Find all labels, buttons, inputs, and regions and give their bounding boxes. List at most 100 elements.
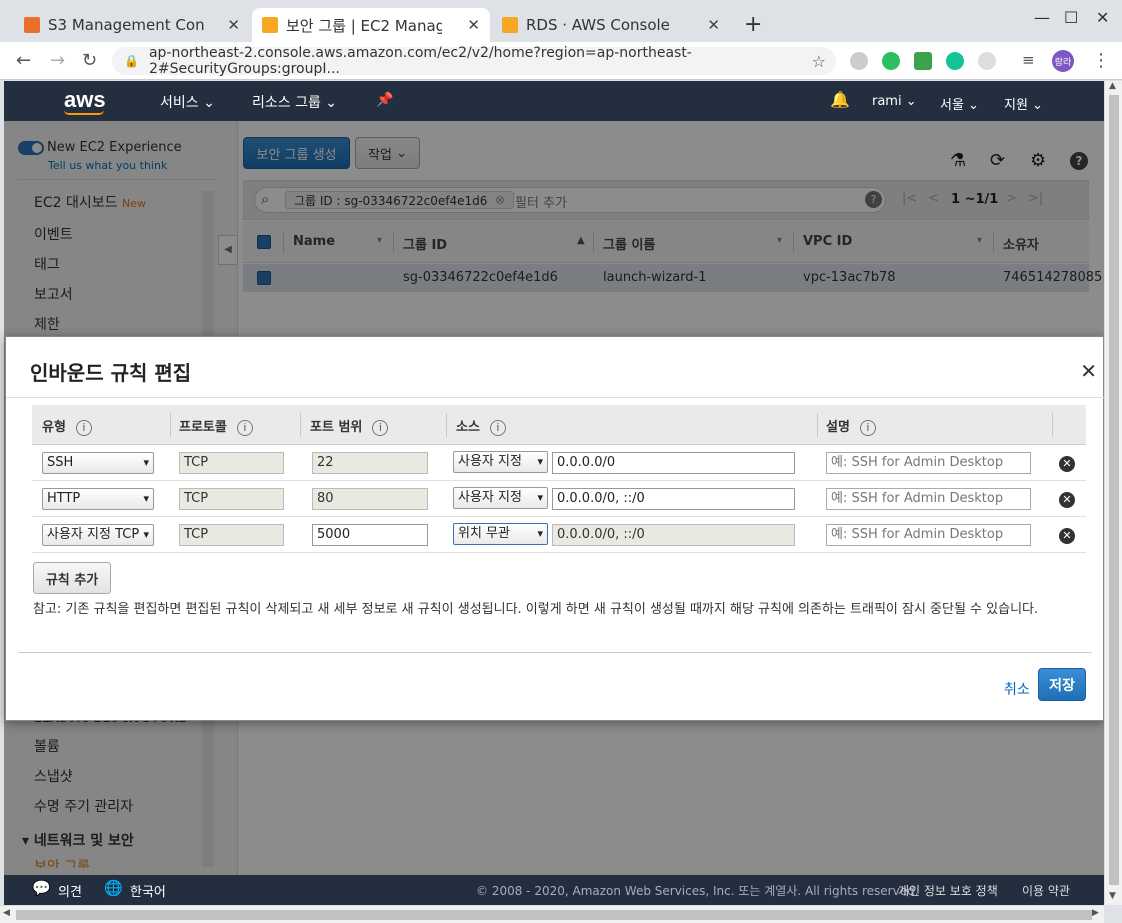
- description-input[interactable]: 예: SSH for Admin Desktop: [826, 524, 1031, 546]
- url-field[interactable]: 🔒 ap-northeast-2.console.aws.amazon.com/…: [112, 45, 836, 77]
- source-type-select[interactable]: 사용자 지정: [453, 487, 548, 509]
- terms-link[interactable]: 이용 약관: [1022, 882, 1070, 899]
- browser-tab-strip: S3 Management Console ✕ 보안 그룹 | EC2 Mana…: [0, 0, 1122, 42]
- edit-warning-note: 참고: 기존 규칙을 편집하면 편집된 규칙이 삭제되고 새 세부 정보로 새 …: [33, 602, 1039, 617]
- col-source: 소스 i: [456, 416, 506, 436]
- feedback-link[interactable]: 의견: [58, 881, 82, 900]
- description-input[interactable]: 예: SSH for Admin Desktop: [826, 488, 1031, 510]
- tab-close-icon[interactable]: ✕: [701, 16, 720, 34]
- source-input[interactable]: 0.0.0.0/0, ::/0: [552, 488, 795, 510]
- info-icon[interactable]: i: [75, 419, 92, 436]
- port-range-input[interactable]: 5000: [312, 524, 428, 546]
- port-range-field: 80: [312, 488, 428, 510]
- user-menu[interactable]: rami ⌄: [872, 94, 917, 109]
- bell-icon[interactable]: 🔔: [830, 90, 850, 109]
- language-selector[interactable]: 한국어: [130, 881, 166, 900]
- source-type-select[interactable]: 사용자 지정: [453, 451, 548, 473]
- col-type: 유형 i: [42, 416, 92, 436]
- tab-title: S3 Management Console: [48, 16, 204, 34]
- rule-row: 사용자 지정 TCP TCP 5000 위치 무관 0.0.0.0/0, ::/…: [32, 517, 1086, 553]
- aws-favicon-icon: [262, 17, 278, 33]
- aws-logo-smile-icon: [64, 110, 104, 115]
- vertical-scrollbar[interactable]: ▲ ▼: [1104, 81, 1122, 905]
- region-menu[interactable]: 서울 ⌄: [940, 94, 979, 113]
- rule-row: SSH TCP 22 사용자 지정 0.0.0.0/0 예: SSH for A…: [32, 445, 1086, 481]
- lock-icon: 🔒: [124, 54, 139, 68]
- aws-favicon-icon: [24, 17, 40, 33]
- feedback-icon: 💬: [32, 879, 51, 897]
- port-range-field: 22: [312, 452, 428, 474]
- address-bar-row: ← → ↻ 🔒 ap-northeast-2.console.aws.amazo…: [0, 42, 1122, 80]
- aws-favicon-icon: [502, 17, 518, 33]
- protocol-field: TCP: [179, 488, 284, 510]
- tab-rds[interactable]: RDS · AWS Console ✕: [492, 8, 730, 42]
- tab-close-icon[interactable]: ✕: [221, 16, 240, 34]
- back-icon[interactable]: ←: [16, 50, 31, 71]
- info-icon[interactable]: i: [859, 419, 876, 436]
- source-field: 0.0.0.0/0, ::/0: [552, 524, 795, 546]
- delete-rule-icon[interactable]: ✕: [1059, 492, 1075, 508]
- add-rule-button[interactable]: 규칙 추가: [33, 562, 111, 594]
- delete-rule-icon[interactable]: ✕: [1059, 528, 1075, 544]
- privacy-link[interactable]: 개인 정보 보호 정책: [898, 882, 998, 899]
- protocol-field: TCP: [179, 524, 284, 546]
- scrollbar-thumb[interactable]: [16, 910, 1092, 920]
- url-text: ap-northeast-2.console.aws.amazon.com/ec…: [148, 45, 692, 77]
- type-select[interactable]: 사용자 지정 TCP: [42, 524, 154, 546]
- tab-ec2[interactable]: 보안 그룹 | EC2 Management Console ✕: [252, 8, 490, 42]
- modal-close-icon[interactable]: ✕: [1080, 359, 1097, 383]
- extension-icon[interactable]: [978, 52, 996, 70]
- globe-icon: 🌐: [104, 879, 123, 897]
- description-input[interactable]: 예: SSH for Admin Desktop: [826, 452, 1031, 474]
- cancel-button[interactable]: 취소: [1004, 679, 1030, 699]
- save-button[interactable]: 저장: [1038, 668, 1086, 701]
- scroll-left-icon[interactable]: ◀: [3, 908, 10, 918]
- media-icon[interactable]: ≡: [1022, 51, 1035, 69]
- source-input[interactable]: 0.0.0.0/0: [552, 452, 795, 474]
- horizontal-scrollbar[interactable]: ◀ ▶: [0, 905, 1104, 923]
- divider: [6, 397, 1105, 398]
- edit-inbound-rules-modal: 인바운드 규칙 편집 ✕ 유형 i 프로토콜 i 포트 범위 i 소스 i 설명 i SS…: [5, 336, 1105, 721]
- scroll-up-icon[interactable]: ▲: [1109, 81, 1116, 91]
- aws-header: aws 서비스 ⌄ 리소스 그룹 ⌄ 📌 🔔 rami ⌄ 서울 ⌄ 지원 ⌄: [4, 81, 1104, 121]
- profile-avatar[interactable]: 람라: [1052, 50, 1074, 72]
- info-icon[interactable]: i: [489, 419, 506, 436]
- scroll-right-icon[interactable]: ▶: [1092, 908, 1099, 918]
- source-type-select[interactable]: 위치 무관: [453, 523, 548, 545]
- type-select[interactable]: HTTP: [42, 488, 154, 510]
- col-port-range: 포트 범위 i: [310, 416, 389, 436]
- menu-icon[interactable]: ⋮: [1092, 50, 1110, 71]
- tab-title: 보안 그룹 | EC2 Management Console: [286, 16, 442, 35]
- copyright: © 2008 - 2020, Amazon Web Services, Inc.…: [476, 884, 919, 898]
- grammarly-icon[interactable]: [946, 52, 964, 70]
- window-close-icon[interactable]: ✕: [1096, 8, 1109, 27]
- rule-row: HTTP TCP 80 사용자 지정 0.0.0.0/0, ::/0 예: SS…: [32, 481, 1086, 517]
- scroll-down-icon[interactable]: ▼: [1109, 891, 1116, 901]
- delete-rule-icon[interactable]: ✕: [1059, 456, 1075, 472]
- type-select[interactable]: SSH: [42, 452, 154, 474]
- resource-groups-menu[interactable]: 리소스 그룹 ⌄: [252, 92, 337, 112]
- services-menu[interactable]: 서비스 ⌄: [160, 92, 215, 112]
- support-menu[interactable]: 지원 ⌄: [1004, 94, 1043, 113]
- footer: 💬 의견 🌐 한국어 © 2008 - 2020, Amazon Web Ser…: [4, 875, 1104, 905]
- pin-icon[interactable]: 📌: [376, 92, 393, 108]
- reload-icon[interactable]: ↻: [82, 50, 97, 71]
- minimize-icon[interactable]: —: [1034, 8, 1050, 27]
- divider: [18, 652, 1092, 653]
- maximize-icon[interactable]: ☐: [1064, 8, 1078, 27]
- bookmark-star-icon[interactable]: ☆: [812, 52, 826, 71]
- tab-s3[interactable]: S3 Management Console ✕: [14, 8, 250, 42]
- tab-title: RDS · AWS Console: [526, 16, 670, 34]
- extension-icon[interactable]: [850, 52, 868, 70]
- col-protocol: 프로토콜 i: [179, 416, 253, 436]
- info-icon[interactable]: i: [236, 419, 253, 436]
- scrollbar-thumb[interactable]: [1109, 95, 1119, 885]
- protocol-field: TCP: [179, 452, 284, 474]
- forward-icon[interactable]: →: [50, 50, 65, 71]
- info-icon[interactable]: i: [372, 419, 389, 436]
- shield-icon[interactable]: [914, 52, 932, 70]
- evernote-icon[interactable]: [882, 52, 900, 70]
- tab-close-icon[interactable]: ✕: [461, 16, 480, 34]
- new-tab-button[interactable]: +: [744, 12, 762, 37]
- modal-title: 인바운드 규칙 편집: [30, 361, 192, 385]
